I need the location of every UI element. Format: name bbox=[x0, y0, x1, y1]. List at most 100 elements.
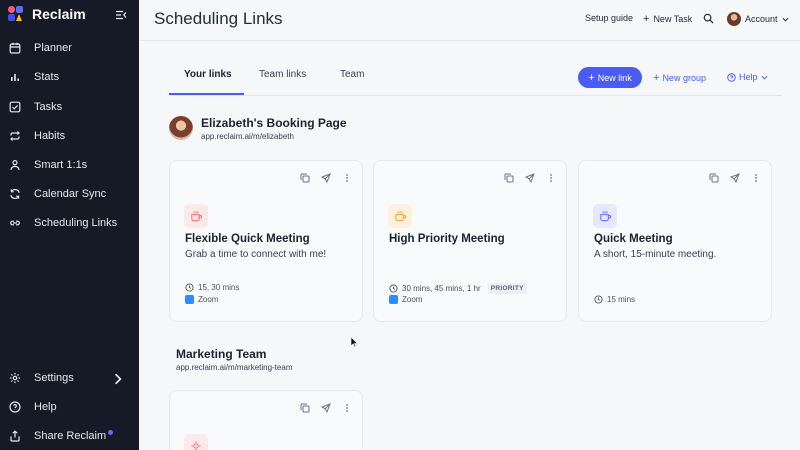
copy-icon[interactable] bbox=[504, 173, 514, 183]
duration-row: 15, 30 mins bbox=[185, 283, 239, 292]
reclaim-logo-icon bbox=[8, 6, 24, 22]
help-label: Help bbox=[739, 72, 758, 82]
more-vertical-icon[interactable] bbox=[546, 173, 556, 183]
zoom-icon bbox=[185, 295, 194, 304]
booking-page-url[interactable]: app.reclaim.ai/m/elizabeth bbox=[201, 132, 294, 141]
owner-avatar bbox=[169, 116, 193, 140]
card-description: Grab a time to connect with me! bbox=[185, 249, 327, 260]
sidebar-item-share-reclaim[interactable]: Share Reclaim bbox=[0, 423, 139, 449]
clock-icon bbox=[389, 284, 398, 293]
team-title: Marketing Team bbox=[176, 347, 267, 361]
sidebar-item-label: Settings bbox=[34, 372, 74, 384]
copy-icon[interactable] bbox=[300, 403, 310, 413]
help-dropdown[interactable]: Help bbox=[727, 72, 768, 82]
sidebar-item-scheduling-links[interactable]: Scheduling Links bbox=[0, 210, 139, 236]
sidebar-item-help[interactable]: Help bbox=[0, 394, 139, 420]
sidebar-item-label: Help bbox=[34, 401, 57, 413]
sidebar-item-label: Scheduling Links bbox=[34, 217, 118, 229]
tabs-bar: Your links Team links Team + New link + … bbox=[169, 64, 782, 96]
duration-row: 15 mins bbox=[594, 295, 635, 304]
send-icon[interactable] bbox=[321, 403, 331, 413]
send-icon[interactable] bbox=[730, 173, 740, 183]
sidebar-item-smart-1-1s[interactable]: Smart 1:1s bbox=[0, 152, 139, 178]
send-icon[interactable] bbox=[525, 173, 535, 183]
sync-icon bbox=[10, 189, 20, 199]
duration-text: 15, 30 mins bbox=[198, 283, 240, 292]
scheduling-link-card[interactable]: Quick Meeting A short, 15-minute meeting… bbox=[578, 160, 772, 322]
scheduling-link-card[interactable] bbox=[169, 390, 363, 450]
active-tab-indicator bbox=[169, 93, 244, 95]
gear-icon bbox=[9, 372, 21, 384]
sidebar-item-tasks[interactable]: Tasks bbox=[0, 94, 139, 120]
coffee-mug-icon bbox=[599, 210, 611, 221]
link-icon bbox=[10, 220, 20, 226]
coffee-mug-icon bbox=[190, 210, 202, 221]
sidebar-item-calendar-sync[interactable]: Calendar Sync bbox=[0, 181, 139, 207]
sidebar-item-label: Planner bbox=[34, 42, 72, 54]
card-title: Flexible Quick Meeting bbox=[185, 233, 310, 245]
top-header: Scheduling Links Setup guide + New Task … bbox=[139, 0, 800, 41]
meeting-type-badge bbox=[593, 204, 617, 228]
send-icon[interactable] bbox=[321, 173, 331, 183]
new-task-button[interactable]: + New Task bbox=[643, 13, 692, 25]
plus-icon: + bbox=[588, 71, 595, 84]
sidebar-item-label: Tasks bbox=[34, 101, 63, 113]
account-label: Account bbox=[745, 14, 778, 24]
share-icon bbox=[10, 430, 20, 442]
search-icon[interactable] bbox=[703, 13, 714, 24]
collapse-sidebar-icon[interactable] bbox=[115, 9, 127, 21]
help-circle-icon bbox=[9, 401, 21, 413]
calendar-icon bbox=[9, 42, 21, 54]
more-vertical-icon[interactable] bbox=[342, 173, 352, 183]
duration-text: 30 mins, 45 mins, 1 hr bbox=[402, 284, 481, 293]
priority-badge: PRIORITY bbox=[487, 283, 527, 294]
repeat-icon bbox=[10, 131, 20, 141]
users-icon bbox=[10, 159, 20, 171]
sidebar-item-planner[interactable]: Planner bbox=[0, 35, 139, 61]
more-vertical-icon[interactable] bbox=[751, 173, 761, 183]
card-description: A short, 15-minute meeting. bbox=[594, 249, 717, 260]
account-menu[interactable]: Account bbox=[727, 12, 789, 26]
meeting-type-badge bbox=[184, 434, 208, 450]
tab-team-links[interactable]: Team links bbox=[259, 69, 306, 80]
tab-your-links[interactable]: Your links bbox=[184, 69, 232, 80]
duration-text: 15 mins bbox=[607, 295, 636, 304]
setup-guide-link[interactable]: Setup guide bbox=[585, 13, 633, 23]
sidebar-item-settings[interactable]: Settings bbox=[0, 365, 139, 391]
plus-icon: + bbox=[653, 72, 660, 84]
new-link-button[interactable]: + New link bbox=[578, 67, 642, 88]
sidebar: Reclaim Planner Stats Tasks Habits Smart… bbox=[0, 0, 139, 450]
location-text: Zoom bbox=[198, 295, 219, 304]
team-url[interactable]: app.reclaim.ai/m/marketing-team bbox=[176, 363, 292, 372]
card-actions bbox=[504, 173, 556, 183]
more-vertical-icon[interactable] bbox=[342, 403, 352, 413]
location-text: Zoom bbox=[402, 295, 423, 304]
copy-icon[interactable] bbox=[300, 173, 310, 183]
brand-name: Reclaim bbox=[32, 6, 86, 22]
location-row: Zoom bbox=[389, 295, 422, 304]
sidebar-item-label: Calendar Sync bbox=[34, 188, 107, 200]
notification-dot bbox=[108, 430, 114, 435]
meeting-type-badge bbox=[388, 204, 412, 228]
new-group-button[interactable]: + New group bbox=[653, 72, 706, 84]
sidebar-item-label: Smart 1:1s bbox=[34, 159, 88, 171]
meeting-type-badge bbox=[184, 204, 208, 228]
tab-team[interactable]: Team bbox=[340, 69, 364, 80]
sun-icon bbox=[191, 441, 201, 450]
page-title: Scheduling Links bbox=[154, 9, 283, 28]
sidebar-item-label: Stats bbox=[34, 71, 60, 83]
copy-icon[interactable] bbox=[709, 173, 719, 183]
chevron-right-icon bbox=[115, 373, 122, 385]
clock-icon bbox=[185, 283, 194, 292]
brand[interactable]: Reclaim bbox=[8, 6, 86, 22]
scheduling-link-card[interactable]: High Priority Meeting 30 mins, 45 mins, … bbox=[373, 160, 567, 322]
sidebar-item-stats[interactable]: Stats bbox=[0, 64, 139, 90]
help-circle-icon bbox=[727, 72, 736, 82]
new-task-label: New Task bbox=[653, 14, 693, 24]
new-group-label: New group bbox=[662, 73, 706, 83]
sidebar-item-habits[interactable]: Habits bbox=[0, 123, 139, 149]
avatar bbox=[727, 12, 741, 26]
card-actions bbox=[300, 403, 352, 413]
chevron-down-icon bbox=[782, 17, 789, 22]
scheduling-link-card[interactable]: Flexible Quick Meeting Grab a time to co… bbox=[169, 160, 363, 322]
